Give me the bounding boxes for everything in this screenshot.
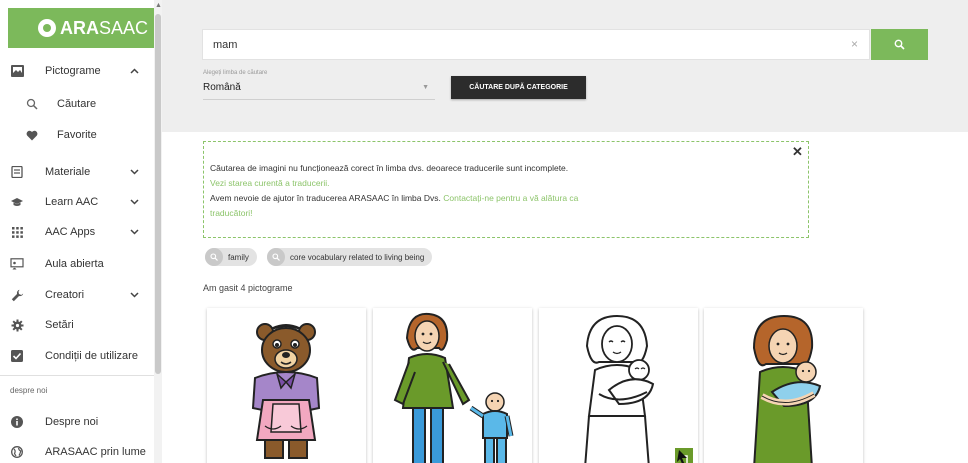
contact-link[interactable]: Contactați-ne pentru a vă alătura ca [443, 193, 578, 203]
chip-label: core vocabulary related to living being [290, 252, 425, 262]
search-panel [162, 0, 968, 132]
notice-text: Căutarea de imagini nu funcționează core… [210, 163, 569, 173]
category-search-button[interactable]: CĂUTARE DUPĂ CATEGORIE [451, 76, 586, 99]
sidebar-item-despre-noi[interactable]: Despre noi [0, 407, 154, 437]
pictogram-card-mother-baby-outline[interactable] [539, 308, 698, 463]
close-icon[interactable]: ✕ [792, 144, 803, 159]
sidebar-item-label: ARASAAC prin lume [45, 446, 146, 458]
school-icon [10, 195, 24, 209]
scroll-up-arrow-icon[interactable]: ▲ [155, 2, 162, 10]
wrench-icon [10, 288, 24, 302]
sidebar-scrollbar-thumb[interactable] [155, 14, 161, 374]
mother-holding-baby-pictogram [752, 314, 822, 463]
notice-help-text: Avem nevoie de ajutor în traducerea ARAS… [210, 193, 441, 203]
sidebar-item-label: Setări [45, 319, 74, 331]
chip-label: family [228, 252, 249, 262]
bear-mother-pictogram [251, 323, 321, 459]
pictogram-card-mother-baby-color[interactable] [704, 308, 863, 463]
sidebar-item-label: Pictograme [45, 65, 101, 77]
sidebar-item-aac-apps[interactable]: AAC Apps [0, 217, 154, 247]
heart-icon [25, 128, 39, 142]
chevron-down-icon [130, 167, 139, 178]
sidebar-item-favorite[interactable]: Favorite [0, 120, 154, 150]
sidebar-divider [0, 375, 154, 376]
image-icon [10, 64, 24, 78]
sidebar-item-aula-abierta[interactable]: Aula abierta [0, 249, 154, 279]
sidebar-item-conditii[interactable]: Condiții de utilizare [0, 341, 154, 371]
translation-notice: ✕ Căutarea de imagini nu funcționează co… [203, 141, 809, 238]
search-icon [894, 39, 905, 50]
globe-icon [10, 445, 24, 459]
sidebar: ARA SAAC Pictograme Căutare Favorite Mate… [0, 0, 162, 463]
search-box: × [202, 29, 870, 60]
search-icon [267, 248, 285, 266]
search-icon [25, 97, 39, 111]
pictogram-card-mother-child[interactable] [373, 308, 532, 463]
chevron-down-icon [130, 227, 139, 238]
arasaac-logo-icon [38, 19, 56, 37]
sidebar-item-label: Condiții de utilizare [45, 350, 138, 362]
sidebar-item-label: Favorite [57, 129, 97, 141]
sidebar-item-label: Despre noi [45, 416, 99, 428]
sidebar-item-materiale[interactable]: Materiale [0, 157, 154, 187]
mother-holding-baby-outline-pictogram [584, 314, 693, 463]
result-count: Am gasit 4 pictograme [203, 283, 293, 293]
chevron-down-icon [130, 290, 139, 301]
brand-bold: ARA [60, 17, 99, 38]
brand-rest: SAAC [99, 17, 149, 38]
language-select-label: Alegeți limba de căutare [203, 70, 268, 76]
sidebar-item-pictograme[interactable]: Pictograme [0, 56, 154, 86]
keyword-chip-family[interactable]: family [205, 248, 257, 266]
dropdown-caret-icon: ▼ [422, 84, 429, 91]
mother-with-child-pictogram [393, 312, 514, 463]
sidebar-item-label: Learn AAC [45, 196, 99, 208]
contact-link-continued[interactable]: traducători! [210, 206, 253, 221]
sidebar-item-learn-aac[interactable]: Learn AAC [0, 187, 154, 217]
classroom-icon [10, 257, 24, 271]
sidebar-item-label: Materiale [45, 166, 91, 178]
clear-search-icon[interactable]: × [851, 37, 858, 51]
arasaac-logo[interactable]: ARA SAAC [8, 8, 154, 48]
keyword-chip-core-vocabulary[interactable]: core vocabulary related to living being [267, 248, 433, 266]
translation-status-link[interactable]: Vezi starea curentă a traducerii. [210, 176, 330, 191]
sidebar-item-arasaac-prin-lume[interactable]: ARASAAC prin lume [0, 437, 154, 463]
sidebar-item-setari[interactable]: Setări [0, 310, 154, 340]
gear-icon [10, 318, 24, 332]
search-input[interactable] [213, 30, 813, 59]
checkbox-icon [10, 349, 24, 363]
sidebar-item-label: Creatori [45, 289, 85, 301]
search-button[interactable] [871, 29, 928, 60]
sidebar-item-label: Aula abierta [45, 258, 104, 270]
pictogram-card-bear-mother[interactable] [207, 308, 366, 463]
sidebar-item-creatori[interactable]: Creatori [0, 280, 154, 310]
sidebar-item-label: Căutare [57, 98, 97, 110]
sidebar-item-label: AAC Apps [45, 226, 96, 238]
search-icon [205, 248, 223, 266]
sidebar-item-cautare[interactable]: Căutare [0, 89, 154, 119]
chevron-down-icon [130, 197, 139, 208]
info-icon [10, 415, 24, 429]
language-select[interactable]: Română ▼ [203, 82, 435, 100]
section-label-despre-noi: despre noi [10, 386, 48, 395]
book-icon [10, 165, 24, 179]
chevron-up-icon [130, 66, 139, 77]
notice-help-line: Avem nevoie de ajutor în traducerea ARAS… [210, 191, 578, 206]
apps-grid-icon [10, 225, 24, 239]
language-select-value: Română [203, 82, 241, 93]
